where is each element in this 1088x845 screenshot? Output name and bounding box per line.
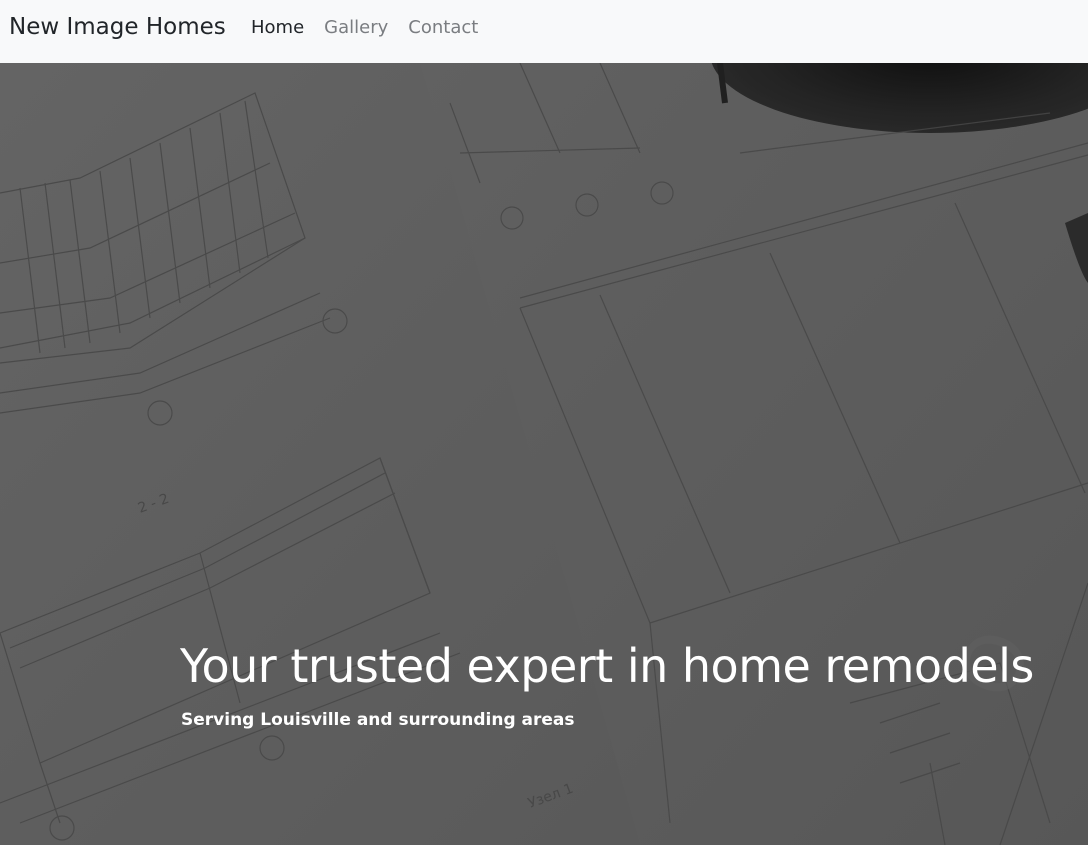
hero-subtitle: Serving Louisville and surrounding areas bbox=[181, 710, 575, 730]
hero-title: Your trusted expert in home remodels bbox=[180, 639, 1034, 693]
brand-logo-link[interactable]: New Image Homes bbox=[9, 12, 226, 42]
hero-section: O Узел 1 2 - 2 Your trusted expert in ho… bbox=[0, 63, 1088, 845]
nav-link-contact[interactable]: Contact bbox=[408, 16, 478, 40]
nav-link-home[interactable]: Home bbox=[251, 16, 304, 40]
nav-link-gallery[interactable]: Gallery bbox=[324, 16, 388, 40]
nav-links: Home Gallery Contact bbox=[251, 16, 478, 40]
navbar: New Image Homes Home Gallery Contact bbox=[0, 0, 1088, 63]
